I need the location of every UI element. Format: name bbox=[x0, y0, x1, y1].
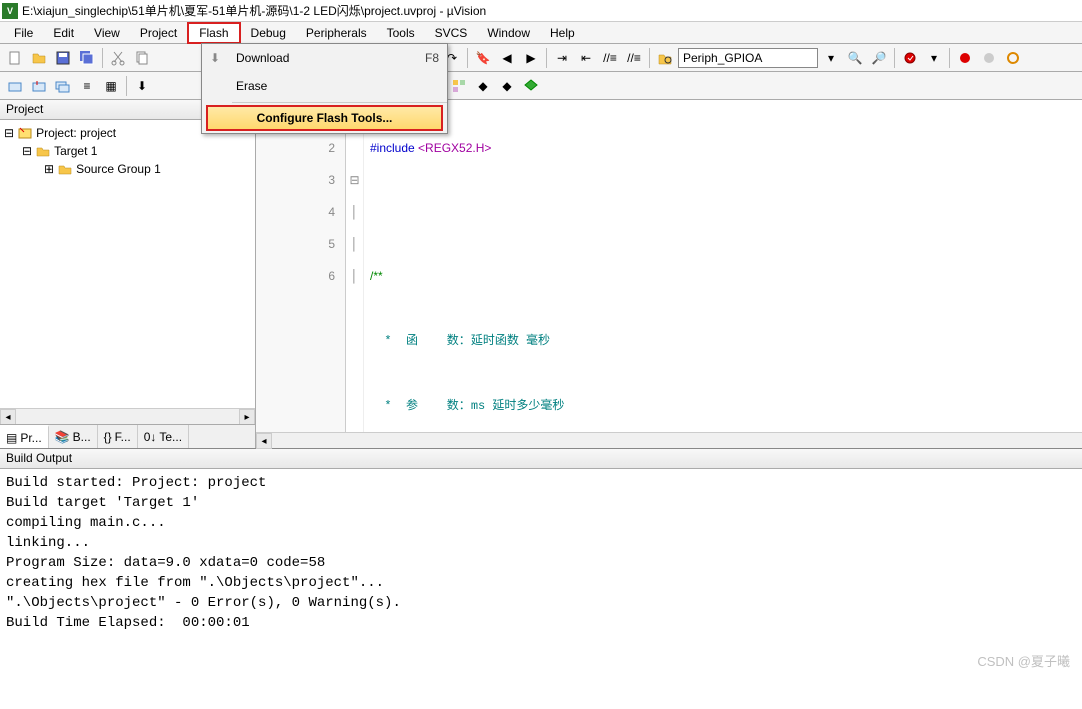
main-area: Project ⊟ Project: project ⊟ Target 1 ⊞ … bbox=[0, 100, 1082, 448]
flash-download-shortcut: F8 bbox=[425, 51, 439, 65]
window-title: E:\xiajun_singlechip\51单片机\夏军-51单片机-源码\1… bbox=[22, 2, 486, 19]
search-combo[interactable]: Periph_GPIOA bbox=[678, 48, 818, 68]
flash-download-item[interactable]: ⬇ Download F8 bbox=[202, 44, 447, 72]
copy-icon[interactable] bbox=[131, 47, 153, 69]
tree-target-label: Target 1 bbox=[54, 144, 97, 158]
search-combo-value: Periph_GPIOA bbox=[683, 51, 762, 65]
open-file-icon[interactable] bbox=[28, 47, 50, 69]
cut-icon[interactable] bbox=[107, 47, 129, 69]
toolbar-build: ≡ ▦ ⬇ ◆ ◆ bbox=[0, 72, 1082, 100]
build-output-panel: Build Output Build started: Project: pro… bbox=[0, 448, 1082, 709]
books-tab-icon: 📚 bbox=[55, 430, 70, 444]
project-options-icon[interactable] bbox=[520, 75, 542, 97]
flash-erase-label: Erase bbox=[236, 79, 439, 93]
build-output-text[interactable]: Build started: Project: project Build ta… bbox=[0, 469, 1082, 709]
editor-hscroll[interactable]: ◂ bbox=[256, 432, 1082, 448]
code-content[interactable]: #include <REGX52.H> /** * 函 数：延时函数 毫秒 * … bbox=[364, 100, 1082, 432]
menu-svcs[interactable]: SVCS bbox=[425, 24, 478, 42]
comment-icon[interactable]: //≡ bbox=[599, 47, 621, 69]
debug-icon[interactable] bbox=[899, 47, 921, 69]
toolbar-main: ↶ ↷ 🔖 ◀ ▶ ⇥ ⇤ //≡ //≡ Periph_GPIOA ▾ 🔍 🔎… bbox=[0, 44, 1082, 72]
next-bookmark-icon[interactable]: ▶ bbox=[520, 47, 542, 69]
collapse-icon[interactable]: ⊟ bbox=[4, 126, 14, 140]
stop-build-icon[interactable]: ▦ bbox=[100, 75, 122, 97]
project-tabs: ▤Pr... 📚B... {}F... 0↓Te... bbox=[0, 424, 255, 448]
menu-tools[interactable]: Tools bbox=[377, 24, 425, 42]
download-flash-icon[interactable]: ⬇ bbox=[131, 75, 153, 97]
menu-edit[interactable]: Edit bbox=[43, 24, 84, 42]
build-output-title: Build Output bbox=[0, 449, 1082, 469]
find-in-files-icon[interactable]: 🔍 bbox=[844, 47, 866, 69]
templates-tab-icon: 0↓ bbox=[144, 430, 157, 444]
find-icon[interactable] bbox=[654, 47, 676, 69]
uncomment-icon[interactable]: //≡ bbox=[623, 47, 645, 69]
build-icon[interactable] bbox=[28, 75, 50, 97]
tree-group[interactable]: ⊞ Source Group 1 bbox=[4, 160, 251, 178]
flash-configure-item[interactable]: Configure Flash Tools... bbox=[206, 105, 443, 131]
tree-root-label: Project: project bbox=[36, 126, 116, 140]
save-icon[interactable] bbox=[52, 47, 74, 69]
scroll-left-icon[interactable]: ◂ bbox=[256, 433, 272, 449]
menu-debug[interactable]: Debug bbox=[241, 24, 296, 42]
red-dot-icon[interactable] bbox=[954, 47, 976, 69]
tab-functions[interactable]: {}F... bbox=[98, 425, 138, 448]
project-tree[interactable]: ⊟ Project: project ⊟ Target 1 ⊞ Source G… bbox=[0, 120, 255, 408]
project-panel: Project ⊟ Project: project ⊟ Target 1 ⊞ … bbox=[0, 100, 256, 448]
tab-project[interactable]: ▤Pr... bbox=[0, 425, 49, 448]
batch-build-icon[interactable]: ≡ bbox=[76, 75, 98, 97]
app-icon: V bbox=[2, 3, 18, 19]
code-editor[interactable]: 1 2 3 4 5 6 ⊟│││ #include <REGX52.H> /**… bbox=[256, 100, 1082, 432]
rebuild-icon[interactable] bbox=[52, 75, 74, 97]
title-bar: V E:\xiajun_singlechip\51单片机\夏军-51单片机-源码… bbox=[0, 0, 1082, 22]
watermark: CSDN @夏子曦 bbox=[977, 651, 1070, 670]
tree-group-label: Source Group 1 bbox=[76, 162, 161, 176]
translate-icon[interactable] bbox=[4, 75, 26, 97]
collapse-icon[interactable]: ⊟ bbox=[22, 144, 32, 158]
save-all-icon[interactable] bbox=[76, 47, 98, 69]
project-icon bbox=[18, 126, 32, 140]
menu-window[interactable]: Window bbox=[477, 24, 540, 42]
folder-icon bbox=[58, 162, 72, 176]
options-icon[interactable]: ◆ bbox=[496, 75, 518, 97]
fold-column[interactable]: ⊟│││ bbox=[346, 100, 364, 432]
combo-drop-icon[interactable]: ▾ bbox=[820, 47, 842, 69]
tab-books[interactable]: 📚B... bbox=[49, 425, 98, 448]
yellow-dot-icon[interactable] bbox=[1002, 47, 1024, 69]
tab-templates[interactable]: 0↓Te... bbox=[138, 425, 189, 448]
prev-bookmark-icon[interactable]: ◀ bbox=[496, 47, 518, 69]
indent-icon[interactable]: ⇥ bbox=[551, 47, 573, 69]
project-hscroll[interactable]: ◂ ▸ bbox=[0, 408, 255, 424]
new-file-icon[interactable] bbox=[4, 47, 26, 69]
flash-configure-label: Configure Flash Tools... bbox=[216, 111, 433, 125]
expand-icon[interactable]: ⊞ bbox=[44, 162, 54, 176]
functions-tab-icon: {} bbox=[104, 430, 112, 444]
editor-area: 1 2 3 4 5 6 ⊟│││ #include <REGX52.H> /**… bbox=[256, 100, 1082, 448]
project-tab-icon: ▤ bbox=[6, 431, 17, 445]
menu-help[interactable]: Help bbox=[540, 24, 585, 42]
combo2-drop-icon[interactable]: ▾ bbox=[923, 47, 945, 69]
menu-project[interactable]: Project bbox=[130, 24, 187, 42]
flash-menu-dropdown: ⬇ Download F8 Erase Configure Flash Tool… bbox=[201, 43, 448, 134]
scroll-right-icon[interactable]: ▸ bbox=[239, 409, 255, 425]
tree-target[interactable]: ⊟ Target 1 bbox=[4, 142, 251, 160]
pack-installer-icon[interactable]: ◆ bbox=[472, 75, 494, 97]
menu-bar: File Edit View Project Flash Debug Perip… bbox=[0, 22, 1082, 44]
manage-components-icon[interactable] bbox=[448, 75, 470, 97]
menu-flash[interactable]: Flash bbox=[187, 22, 240, 44]
outdent-icon[interactable]: ⇤ bbox=[575, 47, 597, 69]
menu-file[interactable]: File bbox=[4, 24, 43, 42]
flash-download-label: Download bbox=[236, 51, 425, 65]
scroll-left-icon[interactable]: ◂ bbox=[0, 409, 16, 425]
bookmark-icon[interactable]: 🔖 bbox=[472, 47, 494, 69]
menu-peripherals[interactable]: Peripherals bbox=[296, 24, 377, 42]
gray-dot-icon[interactable] bbox=[978, 47, 1000, 69]
line-number-gutter: 1 2 3 4 5 6 bbox=[256, 100, 346, 432]
load-icon: ⬇ bbox=[210, 51, 236, 65]
folder-icon bbox=[36, 144, 50, 158]
flash-erase-item[interactable]: Erase bbox=[202, 72, 447, 100]
menu-view[interactable]: View bbox=[84, 24, 130, 42]
incremental-find-icon[interactable]: 🔎 bbox=[868, 47, 890, 69]
